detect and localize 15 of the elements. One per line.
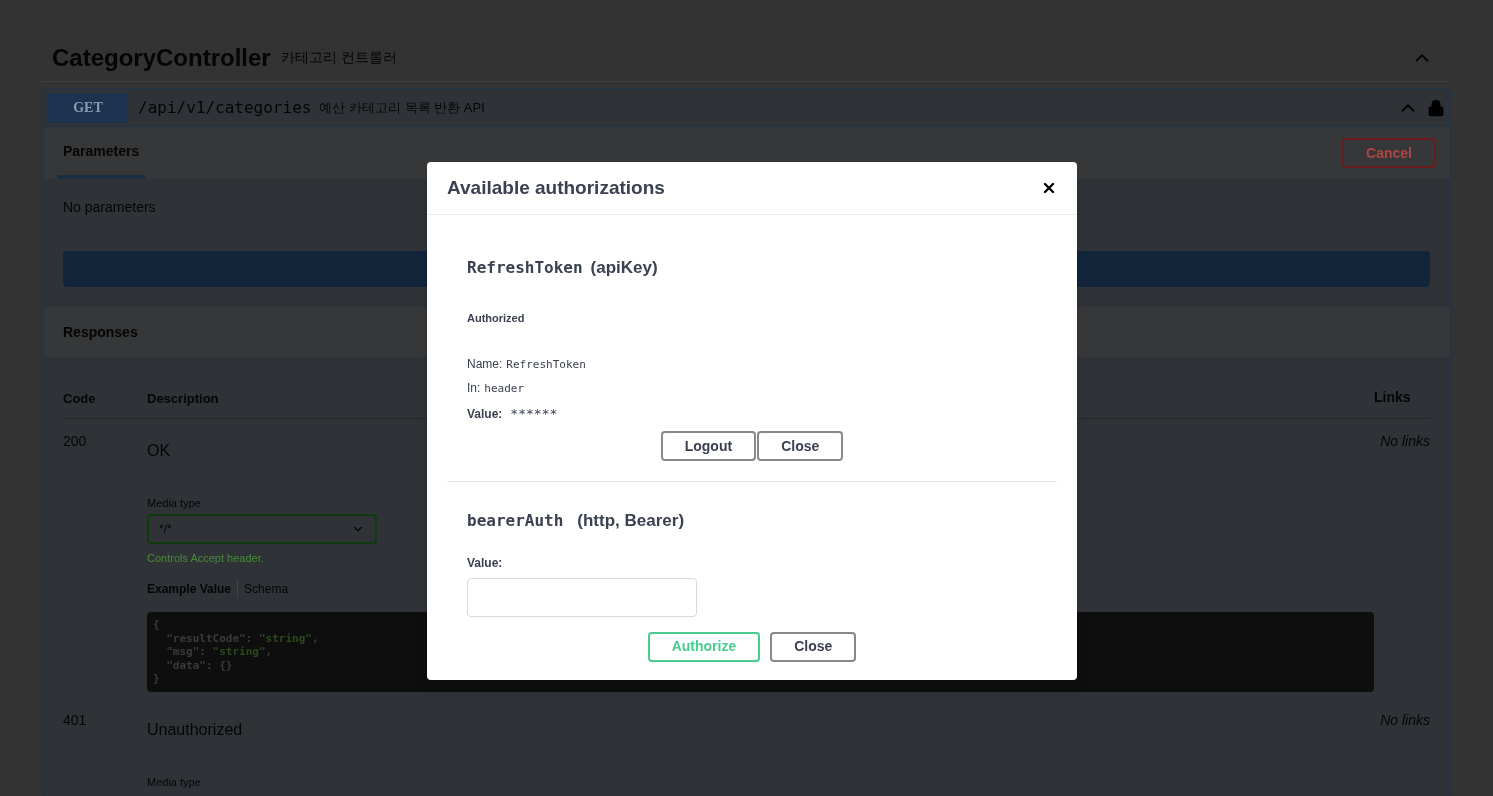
dialog-title: Available authorizations: [447, 175, 665, 200]
method-badge: GET: [48, 92, 128, 123]
value-label: Value:: [467, 405, 503, 423]
field-value: header: [484, 381, 525, 397]
field-label: Name:: [467, 355, 503, 373]
scheme-name: bearerAuth: [467, 510, 564, 532]
masked-value: ******: [510, 404, 558, 423]
field-label: In:: [467, 380, 481, 397]
scheme-type: (apiKey): [590, 257, 658, 279]
scheme-name: RefreshToken: [467, 257, 583, 279]
scheme-type: (http, Bearer): [577, 510, 685, 532]
value-label: Value:: [467, 554, 503, 572]
media-type-hint: Controls Accept header.: [147, 550, 264, 566]
field-value: RefreshToken: [506, 356, 586, 373]
authorized-status: Authorized: [467, 311, 525, 324]
